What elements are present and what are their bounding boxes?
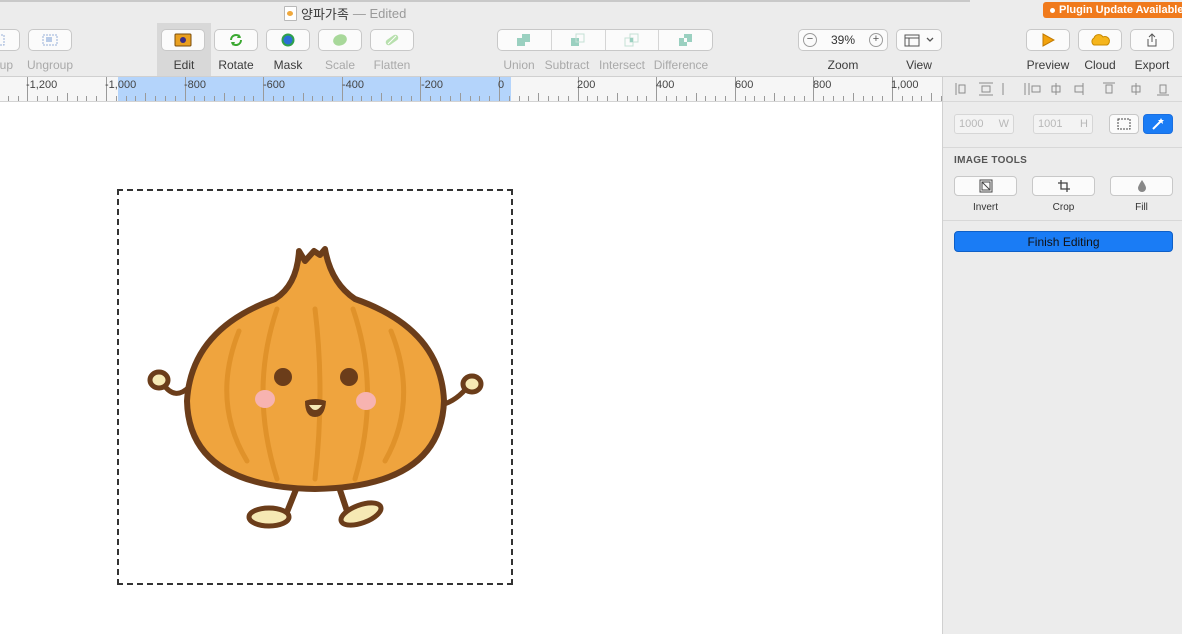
preview-button[interactable] bbox=[1026, 29, 1070, 51]
flatten-label: Flatten bbox=[373, 58, 411, 72]
onion-character-image[interactable] bbox=[119, 191, 511, 583]
alignment-toolbar bbox=[943, 77, 1182, 102]
ruler-ticks bbox=[8, 77, 942, 101]
magic-wand-button[interactable] bbox=[1143, 114, 1173, 134]
ruler-label: 600 bbox=[735, 79, 754, 91]
invert-button[interactable] bbox=[954, 176, 1017, 196]
union-icon bbox=[517, 34, 531, 46]
image-edit-icon bbox=[174, 33, 192, 47]
view-button[interactable] bbox=[896, 29, 942, 51]
group-button[interactable] bbox=[0, 29, 20, 51]
ruler-label: 0 bbox=[498, 79, 505, 91]
finish-editing-button[interactable]: Finish Editing bbox=[954, 231, 1173, 252]
flatten-icon bbox=[385, 34, 399, 46]
ruler-label: 200 bbox=[577, 79, 596, 91]
ruler-label: -200 bbox=[421, 79, 444, 91]
subtract-button[interactable] bbox=[552, 30, 606, 50]
section-divider bbox=[943, 147, 1182, 148]
crop-button[interactable] bbox=[1032, 176, 1095, 196]
invert-label: Invert bbox=[972, 202, 998, 213]
ungroup-label: Ungroup bbox=[26, 58, 74, 72]
drop-icon bbox=[1137, 180, 1146, 192]
mask-icon bbox=[281, 33, 295, 47]
section-divider bbox=[943, 220, 1182, 221]
difference-button[interactable] bbox=[659, 30, 712, 50]
document-name: 양파가족 bbox=[301, 7, 349, 22]
width-unit: W bbox=[998, 118, 1009, 130]
group-icon bbox=[0, 34, 5, 46]
document-icon bbox=[284, 6, 297, 21]
ruler-label: -1,000 bbox=[105, 79, 137, 91]
cloud-button[interactable] bbox=[1078, 29, 1122, 51]
plugin-update-label: Plugin Update Available bbox=[1059, 4, 1182, 16]
height-unit: H bbox=[1080, 118, 1088, 130]
layout-icon bbox=[904, 34, 920, 46]
toolbar: 양파가족 — Edited Plugin Update Available up… bbox=[0, 0, 1182, 77]
ruler-label: -600 bbox=[263, 79, 286, 91]
union-button[interactable] bbox=[498, 30, 552, 50]
height-field[interactable]: 1001 H bbox=[1033, 114, 1093, 134]
zoom-control: − 39% + bbox=[798, 29, 888, 51]
view-label: View bbox=[906, 58, 932, 72]
intersect-icon bbox=[624, 33, 639, 47]
scale-icon bbox=[333, 34, 347, 46]
difference-icon bbox=[678, 34, 692, 46]
marquee-select-icon bbox=[1117, 118, 1131, 130]
height-value: 1001 bbox=[1038, 118, 1063, 130]
ruler-label: -1,200 bbox=[26, 79, 58, 91]
edit-button[interactable] bbox=[161, 29, 205, 51]
window-title: 양파가족 — Edited bbox=[284, 4, 406, 23]
image-layer-bounds[interactable] bbox=[117, 189, 513, 585]
ruler-label: -800 bbox=[184, 79, 207, 91]
ruler-label: -400 bbox=[342, 79, 365, 91]
scale-button[interactable] bbox=[318, 29, 362, 51]
fill-button[interactable] bbox=[1110, 176, 1173, 196]
crop-icon bbox=[1057, 180, 1070, 192]
canvas[interactable] bbox=[0, 102, 942, 634]
ungroup-button[interactable] bbox=[28, 29, 72, 51]
play-icon bbox=[1042, 33, 1055, 47]
width-field[interactable]: 1000 W bbox=[954, 114, 1014, 134]
group-label: up bbox=[0, 58, 13, 72]
fill-label: Fill bbox=[1135, 202, 1148, 213]
difference-label: Difference bbox=[653, 58, 709, 72]
plugin-update-badge[interactable]: Plugin Update Available bbox=[1043, 2, 1182, 18]
invert-icon bbox=[979, 179, 992, 193]
ruler-label: 1,000 bbox=[891, 79, 919, 91]
magic-wand-icon bbox=[1152, 118, 1164, 130]
share-icon bbox=[1147, 33, 1157, 47]
rectangle-select-button[interactable] bbox=[1109, 114, 1139, 134]
ruler-label: 800 bbox=[813, 79, 832, 91]
flatten-button[interactable] bbox=[370, 29, 414, 51]
title-bar-edge bbox=[0, 0, 970, 2]
boolean-operations-group bbox=[497, 29, 713, 51]
rotate-button[interactable] bbox=[214, 29, 258, 51]
zoom-value[interactable]: 39% bbox=[831, 33, 855, 47]
crop-label: Crop bbox=[1052, 202, 1075, 213]
edited-status: — Edited bbox=[352, 6, 407, 21]
intersect-button[interactable] bbox=[606, 30, 660, 50]
rotate-icon bbox=[230, 34, 242, 46]
export-button[interactable] bbox=[1130, 29, 1174, 51]
zoom-out-button[interactable]: − bbox=[803, 33, 817, 47]
badge-dot-icon bbox=[1050, 7, 1055, 13]
width-value: 1000 bbox=[959, 118, 984, 130]
chevron-down-icon bbox=[926, 37, 934, 42]
alignment-icons[interactable] bbox=[943, 77, 1182, 101]
zoom-label: Zoom bbox=[827, 58, 859, 72]
zoom-in-button[interactable]: + bbox=[869, 33, 883, 47]
ruler-label: 400 bbox=[656, 79, 675, 91]
cloud-icon bbox=[1091, 34, 1110, 46]
subtract-icon bbox=[571, 33, 585, 46]
image-tools-heading: IMAGE TOOLS bbox=[954, 155, 1028, 166]
horizontal-ruler[interactable]: -1,200 -1,000 -800 -600 -400 -200 0 200 … bbox=[0, 77, 942, 102]
export-label: Export bbox=[1134, 58, 1170, 72]
ungroup-icon bbox=[42, 34, 58, 46]
mask-button[interactable] bbox=[266, 29, 310, 51]
inspector-panel: 1000 W 1001 H IMAGE TOOLS Invert Crop Fi… bbox=[942, 77, 1182, 634]
